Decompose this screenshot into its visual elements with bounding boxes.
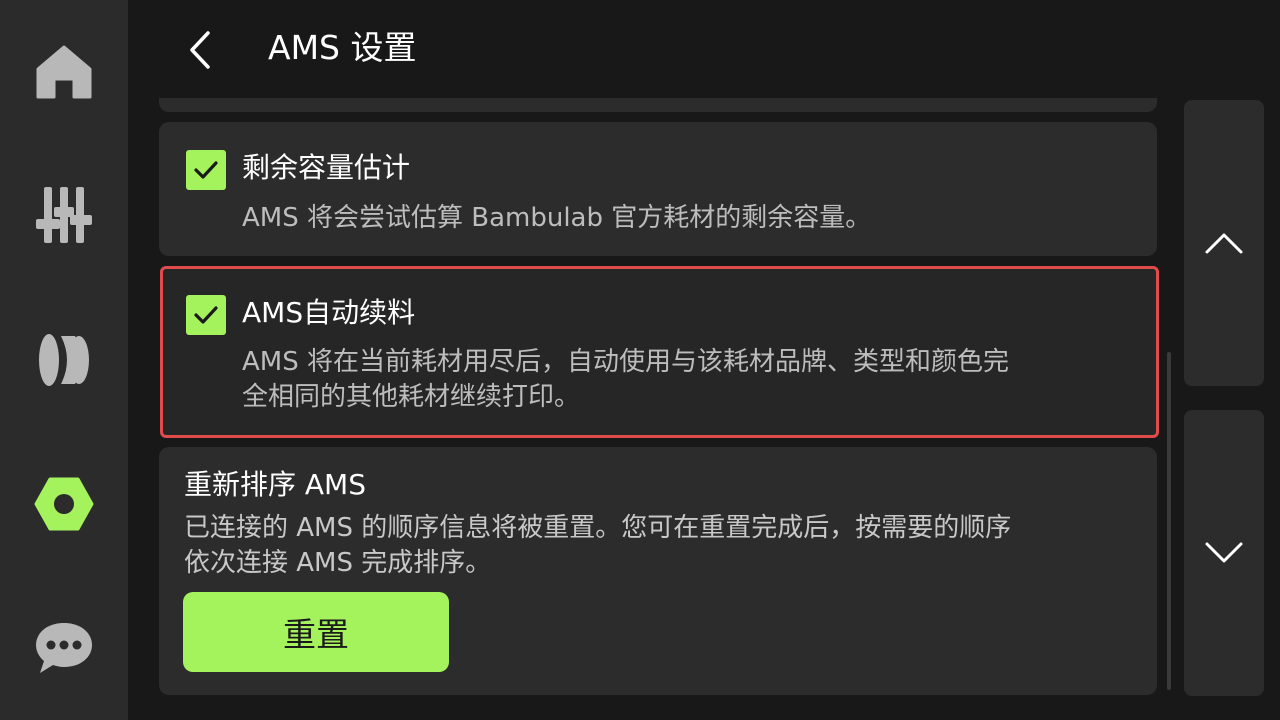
back-button[interactable] <box>172 20 228 80</box>
ams-settings-screen: AMS 设置 剩余容量估计 AMS 将会尝试估算 Bambulab 官方耗材的剩… <box>0 0 1280 720</box>
chat-icon <box>36 623 92 673</box>
checkmark-icon <box>194 161 218 179</box>
nav-controls[interactable] <box>24 175 104 255</box>
remaining-capacity-description: AMS 将会尝试估算 Bambulab 官方耗材的剩余容量。 <box>242 203 872 233</box>
reorder-ams-title: 重新排序 AMS <box>184 468 366 501</box>
chevron-left-icon <box>190 31 210 69</box>
auto-refill-description-line1: AMS 将在当前耗材用尽后，自动使用与该耗材品牌、类型和颜色完 <box>242 347 1009 377</box>
nav-home[interactable] <box>24 32 104 112</box>
settings-icon <box>34 477 94 531</box>
header: AMS 设置 <box>128 0 1280 98</box>
page-title: AMS 设置 <box>268 28 417 67</box>
auto-refill-card[interactable]: AMS自动续料 AMS 将在当前耗材用尽后，自动使用与该耗材品牌、类型和颜色完 … <box>160 266 1159 438</box>
nav-rail <box>0 0 128 720</box>
page-up-button[interactable] <box>1184 100 1264 386</box>
chevron-down-icon <box>1205 542 1243 563</box>
checkmark-icon <box>194 306 218 324</box>
scrollbar-thumb[interactable] <box>1167 352 1171 690</box>
previous-setting-card <box>159 98 1157 112</box>
auto-refill-description-line2: 全相同的其他耗材继续打印。 <box>242 382 581 412</box>
reset-button[interactable]: 重置 <box>183 592 449 672</box>
auto-refill-title: AMS自动续料 <box>242 296 416 329</box>
chevron-up-icon <box>1205 233 1243 254</box>
auto-refill-checkbox[interactable] <box>186 295 226 335</box>
controls-icon <box>36 187 92 243</box>
nav-settings[interactable] <box>24 464 104 544</box>
settings-list[interactable]: 剩余容量估计 AMS 将会尝试估算 Bambulab 官方耗材的剩余容量。 AM… <box>128 98 1168 720</box>
filament-icon <box>39 334 89 386</box>
remaining-capacity-card[interactable]: 剩余容量估计 AMS 将会尝试估算 Bambulab 官方耗材的剩余容量。 <box>159 122 1157 256</box>
reorder-ams-card: 重新排序 AMS 已连接的 AMS 的顺序信息将被重置。您可在重置完成后，按需要… <box>159 447 1157 695</box>
nav-filament[interactable] <box>24 320 104 400</box>
remaining-capacity-title: 剩余容量估计 <box>242 151 411 184</box>
reorder-ams-description-line2: 依次连接 AMS 完成排序。 <box>184 548 492 578</box>
home-icon <box>36 45 92 99</box>
remaining-capacity-checkbox[interactable] <box>186 150 226 190</box>
reorder-ams-description-line1: 已连接的 AMS 的顺序信息将被重置。您可在重置完成后，按需要的顺序 <box>184 513 1012 543</box>
page-down-button[interactable] <box>1184 410 1264 696</box>
nav-chat[interactable] <box>24 608 104 688</box>
